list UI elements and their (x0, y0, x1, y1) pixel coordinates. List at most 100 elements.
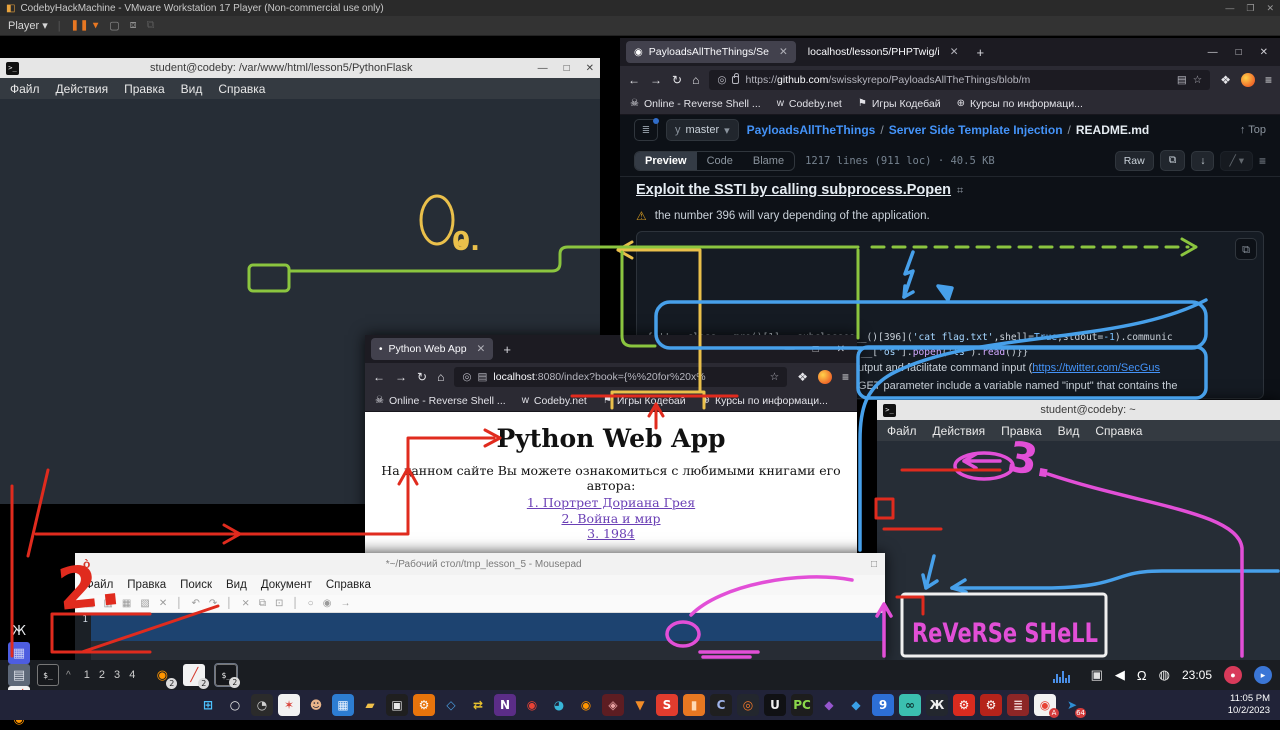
tab-close-icon[interactable]: ✕ (477, 343, 486, 355)
chrome-profile-icon[interactable]: ◉A (1034, 694, 1056, 716)
carrot-app-icon[interactable]: ▼ (629, 694, 651, 716)
goto-icon[interactable]: → (340, 598, 350, 609)
maximize-button[interactable]: □ (1236, 47, 1242, 58)
gauge-app-icon[interactable]: ◔ (251, 694, 273, 716)
back-button[interactable]: ← (373, 370, 385, 384)
view-tab[interactable]: Code (697, 152, 743, 170)
start-button[interactable]: ⊞ (197, 694, 219, 716)
menu-item[interactable]: Правка (124, 82, 165, 96)
save-as-icon[interactable]: ▧ (140, 598, 149, 609)
visual-studio-icon[interactable]: ◆ (818, 694, 840, 716)
taskbar-firefox[interactable]: ◉2 (151, 664, 173, 686)
anchor-link-icon[interactable]: ⌗ (957, 185, 963, 197)
file-explorer-icon[interactable]: ▰ (359, 694, 381, 716)
twitter-link[interactable]: https://twitter.com/SecGus (1032, 362, 1160, 374)
forward-button[interactable]: → (395, 370, 407, 384)
reload-button[interactable]: ↻ (417, 370, 427, 384)
copy-raw-icon[interactable]: ⧉ (1160, 150, 1186, 171)
vscode-icon[interactable]: ◆ (845, 694, 867, 716)
new-tab-button[interactable]: + (497, 342, 517, 357)
redo-icon[interactable]: ↷ (209, 598, 217, 609)
teal-app-icon[interactable]: ∞ (899, 694, 921, 716)
terminal-launcher-icon[interactable]: $_ (37, 664, 59, 686)
menu-item[interactable]: Действия (933, 424, 986, 438)
profile-avatar[interactable] (818, 370, 832, 384)
toolbox-icon[interactable]: ≣ (1007, 694, 1029, 716)
menu-item[interactable]: Справка (326, 579, 371, 591)
switcher-app-icon[interactable]: ⇄ (467, 694, 489, 716)
edit-pencil-icon[interactable]: ╱ ▾ (1220, 151, 1253, 171)
bookmark-star-icon[interactable]: ☆ (770, 371, 779, 383)
kali-app-icon[interactable]: Ж (926, 694, 948, 716)
pycharm-icon[interactable]: PC (791, 694, 813, 716)
resolve-app-icon[interactable]: ◈ (602, 694, 624, 716)
unreal-icon[interactable]: U (764, 694, 786, 716)
breadcrumb-repo[interactable]: PayloadsAllTheThings (747, 123, 876, 137)
firefox-taskbar-icon[interactable]: ◉ (575, 694, 597, 716)
forward-button[interactable]: → (650, 73, 662, 87)
maximize-button[interactable]: □ (564, 63, 570, 74)
close-button[interactable]: ✕ (837, 344, 845, 355)
bookmark-item[interactable]: ☠ Online - Reverse Shell ... (630, 98, 761, 110)
scroll-top-button[interactable]: ↑ Top (1240, 124, 1266, 136)
file-tree-toggle-icon[interactable]: ≣ (634, 119, 658, 141)
file-manager-icon[interactable]: ▤ (8, 664, 30, 686)
menu-item[interactable]: Вид (1058, 424, 1080, 438)
terminal-nc-titlebar[interactable]: >_ student@codeby: ~ (877, 400, 1280, 420)
panel-expand-icon[interactable]: ^ (66, 670, 71, 681)
vmware-pause-button[interactable]: ❚❚ ▾ (71, 20, 100, 31)
vmware-devices-icon[interactable]: ▢ (109, 19, 119, 32)
undo-icon[interactable]: ↶ (191, 598, 199, 609)
tab-close-icon[interactable]: ✕ (950, 46, 959, 58)
search-icon[interactable]: ○ (224, 694, 246, 716)
shottr-app-icon[interactable]: S (656, 694, 678, 716)
menu-icon[interactable]: ≡ (842, 370, 849, 384)
extensions-icon[interactable]: ❖ (1220, 73, 1231, 87)
raw-button[interactable]: Raw (1115, 151, 1154, 171)
notes-app-icon[interactable]: ▣ (386, 694, 408, 716)
taskbar-terminal[interactable]: $_2 (215, 664, 237, 686)
bookmark-item[interactable]: w Codeby.net (777, 98, 842, 110)
bookmark-item[interactable]: ☠ Online - Reverse Shell ... (375, 395, 506, 407)
menu-item[interactable]: Файл (887, 424, 917, 438)
window-switch-icon[interactable]: ▣ (1091, 667, 1103, 683)
fl-app-icon[interactable]: ▮ (683, 694, 705, 716)
vmware-maximize-button[interactable]: ❐ (1246, 3, 1254, 14)
edge-icon[interactable]: ◕ (548, 694, 570, 716)
blender-icon[interactable]: ◎ (737, 694, 759, 716)
cpu-graph[interactable] (1053, 667, 1079, 683)
bookmark-item[interactable]: ⊕ Курсы по информаци... (957, 98, 1083, 110)
bookmark-item[interactable]: ⊕ Курсы по информаци... (702, 395, 828, 407)
terminal-flask-titlebar[interactable]: >_ student@codeby: /var/www/html/lesson5… (0, 58, 600, 78)
bookmark-item[interactable]: ⚑ Игры Кодебай (858, 98, 941, 110)
book-link[interactable]: 2. Война и мир (365, 511, 857, 527)
breadcrumb-folder[interactable]: Server Side Template Injection (889, 123, 1063, 137)
open-file-icon[interactable]: ▥ (103, 598, 112, 609)
menu-item[interactable]: Вид (226, 579, 247, 591)
tab-localhost-phptwig[interactable]: localhost/lesson5/PHPTwig/i ✕ (800, 41, 967, 63)
minimize-button[interactable]: — (785, 344, 795, 355)
menu-item[interactable]: Поиск (180, 579, 212, 591)
calendar-icon[interactable]: ▦ (332, 694, 354, 716)
lock-screen-icon[interactable]: ● (1224, 666, 1242, 684)
bookmark-star-icon[interactable]: ☆ (1193, 74, 1202, 86)
download-icon[interactable]: ↓ (1191, 151, 1214, 171)
reader-view-icon[interactable]: ▤ (1177, 74, 1187, 86)
home-button[interactable]: ⌂ (437, 370, 444, 384)
menu-item[interactable]: Правка (127, 579, 166, 591)
book-link[interactable]: 3. 1984 (365, 526, 857, 542)
new-tab-button[interactable]: + (971, 45, 991, 60)
menu-item[interactable]: Файл (85, 579, 113, 591)
bookmark-item[interactable]: ⚑ Игры Кодебай (603, 395, 686, 407)
workspace-switcher[interactable]: 1 2 3 4 (84, 669, 139, 681)
heading-subprocess-popen[interactable]: Exploit the SSTI by calling subprocess.P… (636, 182, 951, 198)
url-bar[interactable]: ◎ ▤ localhost:8080/index?book={%%20for%2… (454, 367, 787, 387)
menu-icon[interactable]: ≡ (1265, 73, 1272, 87)
book-link[interactable]: 1. Портрет Дориана Грея (365, 495, 857, 511)
profile-avatar[interactable] (1241, 73, 1255, 87)
home-button[interactable]: ⌂ (692, 73, 699, 87)
red-tool2-icon[interactable]: ⚙ (980, 694, 1002, 716)
burpsuite-icon[interactable]: ⚙ (413, 694, 435, 716)
bookmark-item[interactable]: w Codeby.net (522, 395, 587, 407)
separator[interactable]: │ (292, 598, 298, 609)
